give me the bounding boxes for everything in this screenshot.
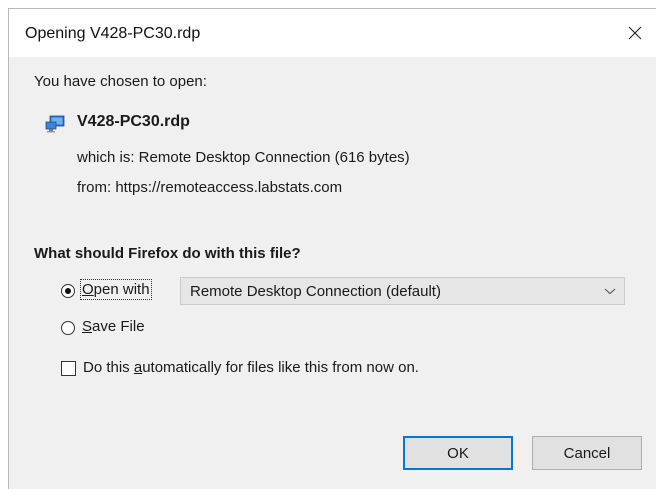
intro-text: You have chosen to open:	[34, 73, 207, 90]
file-type-text: which is: Remote Desktop Connection (616…	[77, 149, 410, 166]
open-with-label[interactable]: Open with	[80, 279, 152, 300]
cancel-button[interactable]: Cancel	[532, 436, 642, 470]
save-file-label-rest: ave File	[92, 318, 145, 335]
chevron-down-icon	[604, 288, 616, 295]
close-button[interactable]	[614, 15, 656, 51]
auto-checkbox-label[interactable]: Do this automatically for files like thi…	[83, 359, 419, 376]
ok-button[interactable]: OK	[403, 436, 513, 470]
save-file-radio[interactable]	[61, 321, 75, 335]
remote-desktop-file-icon	[45, 115, 65, 133]
open-with-radio[interactable]	[61, 284, 75, 298]
auto-suffix: utomatically for files like this from no…	[142, 359, 419, 376]
file-name: V428-PC30.rdp	[77, 113, 190, 130]
download-dialog: Opening V428-PC30.rdp You have chosen to…	[8, 8, 656, 489]
open-with-label-rest: pen with	[93, 281, 150, 298]
auto-prefix: Do this	[83, 359, 134, 376]
file-source-label: from:	[77, 179, 112, 196]
action-question: What should Firefox do with this file?	[34, 245, 301, 262]
application-select-value: Remote Desktop Connection (default)	[190, 283, 441, 300]
auto-access-key: a	[133, 359, 143, 376]
dialog-content: You have chosen to open: V428-PC30.rdp w…	[9, 57, 656, 489]
open-with-access-key: O	[82, 281, 94, 298]
window-title: Opening V428-PC30.rdp	[25, 25, 201, 42]
close-icon	[628, 26, 642, 40]
save-file-access-key: S	[82, 318, 93, 335]
save-file-label[interactable]: Save File	[82, 318, 145, 335]
file-source: from: https://remoteaccess.labstats.com	[77, 179, 342, 196]
application-select[interactable]: Remote Desktop Connection (default)	[180, 277, 625, 305]
file-source-url: https://remoteaccess.labstats.com	[115, 179, 343, 196]
title-bar: Opening V428-PC30.rdp	[9, 9, 656, 57]
auto-checkbox[interactable]	[61, 361, 76, 376]
